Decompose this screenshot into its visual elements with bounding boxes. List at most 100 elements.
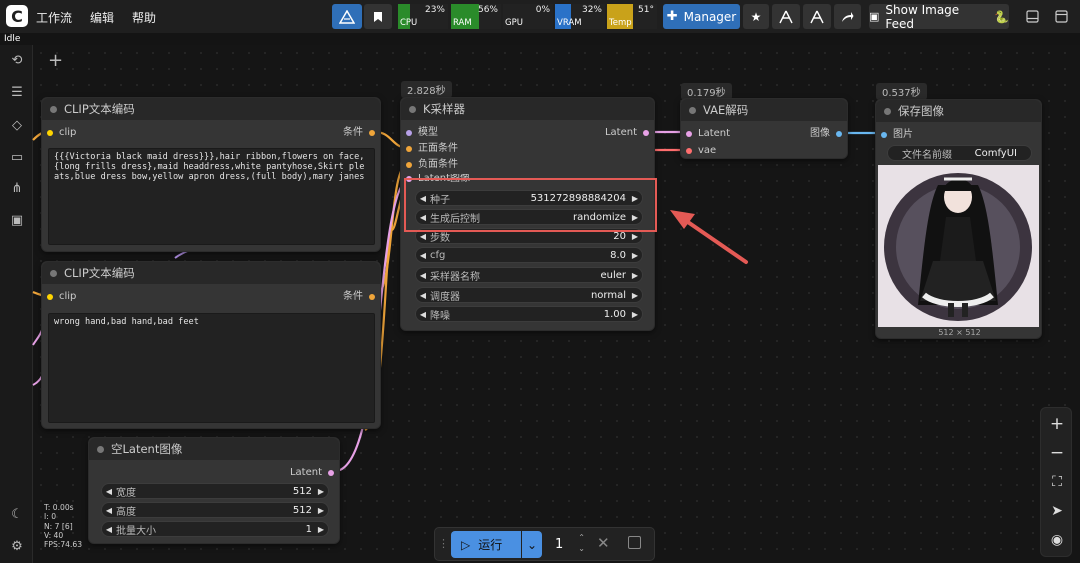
folder-icon[interactable]: ▭: [9, 150, 25, 166]
theme-moon-icon[interactable]: ☾: [9, 507, 25, 523]
increment-arrow-icon[interactable]: ▶: [628, 310, 642, 319]
images-input-slot[interactable]: [881, 132, 887, 138]
stop-icon[interactable]: [628, 536, 641, 549]
manager-button[interactable]: ✚ Manager: [663, 4, 740, 29]
settings-gear-icon[interactable]: ⚙: [9, 539, 25, 555]
generated-image-preview[interactable]: [878, 165, 1039, 327]
conditioning-output[interactable]: 条件: [343, 126, 375, 140]
menu-collapse-icon[interactable]: [1050, 4, 1072, 29]
fit-view-icon[interactable]: ⛶: [1049, 474, 1065, 490]
panel-bottom-icon[interactable]: [1021, 4, 1043, 29]
run-mode-dropdown[interactable]: ⌄: [522, 531, 542, 558]
queue-icon[interactable]: [332, 4, 362, 29]
empty-latent-image-node[interactable]: 空Latent图像 Latent ◀ 宽度 512 ▶ ◀ 高度 512 ▶ ◀ 批量大小 1 ▶: [88, 437, 340, 544]
samples-input-slot[interactable]: [686, 131, 692, 137]
positive-input-slot[interactable]: [406, 146, 412, 152]
node-title[interactable]: VAE解码: [681, 99, 847, 121]
clip-input-slot[interactable]: [47, 294, 53, 300]
decrement-arrow-icon[interactable]: ◀: [416, 271, 430, 280]
sampler-name-widget[interactable]: ◀ 采样器名称 euler ▶: [415, 267, 643, 283]
image-output-slot[interactable]: [836, 131, 842, 137]
model-icon[interactable]: [772, 4, 800, 29]
increment-arrow-icon[interactable]: ▶: [314, 525, 328, 534]
clip-input[interactable]: clip: [47, 290, 76, 304]
batch-count-stepper-icon[interactable]: ⌃ ⌄: [578, 532, 585, 554]
increment-arrow-icon[interactable]: ▶: [314, 506, 328, 515]
share-icon[interactable]: [834, 4, 861, 29]
increment-arrow-icon[interactable]: ▶: [628, 291, 642, 300]
conditioning-output[interactable]: 条件: [343, 290, 375, 304]
decrement-arrow-icon[interactable]: ◀: [416, 310, 430, 319]
node-collapse-dot[interactable]: [884, 108, 891, 115]
increment-arrow-icon[interactable]: ▶: [314, 487, 328, 496]
show-image-feed-button[interactable]: ▣ Show Image Feed 🐍: [869, 3, 1009, 31]
latent-output-slot[interactable]: [643, 130, 649, 136]
zoom-in-icon[interactable]: +: [1049, 416, 1065, 433]
latent-output[interactable]: Latent: [605, 126, 649, 140]
clip-input[interactable]: clip: [47, 126, 76, 140]
negative-input-slot[interactable]: [406, 162, 412, 168]
samples-input[interactable]: Latent: [686, 127, 730, 141]
node-collapse-dot[interactable]: [50, 106, 57, 113]
node-collapse-dot[interactable]: [689, 107, 696, 114]
node-title[interactable]: K采样器: [401, 98, 654, 120]
vae-input-slot[interactable]: [686, 148, 692, 154]
scheduler-widget[interactable]: ◀ 调度器 normal ▶: [415, 287, 643, 303]
negative-prompt-textarea[interactable]: wrong hand,bad hand,bad feet: [48, 313, 375, 423]
negative-input[interactable]: 负面条件: [406, 158, 458, 172]
comfy-logo[interactable]: C: [6, 5, 28, 27]
toggle-links-icon[interactable]: ◉: [1049, 532, 1065, 548]
decrement-arrow-icon[interactable]: ◀: [102, 525, 116, 534]
images-input[interactable]: 图片: [881, 128, 913, 142]
select-mode-icon[interactable]: ➤: [1049, 503, 1065, 519]
queue-list-icon[interactable]: ☰: [9, 85, 25, 101]
decrement-arrow-icon[interactable]: ◀: [416, 291, 430, 300]
vae-input[interactable]: vae: [686, 144, 716, 158]
bookmark-icon[interactable]: [364, 4, 392, 29]
image-gallery-icon[interactable]: ▣: [9, 213, 25, 229]
decrement-arrow-icon[interactable]: ◀: [416, 251, 430, 260]
node-title[interactable]: CLIP文本编码: [42, 98, 380, 120]
node-title[interactable]: 保存图像: [876, 100, 1041, 122]
clip-text-encode-positive-node[interactable]: CLIP文本编码 clip 条件 {{{Victoria black maid …: [41, 97, 381, 252]
filename-prefix-widget[interactable]: 文件名前缀 ComfyUI: [887, 145, 1032, 161]
batch-size-widget[interactable]: ◀ 批量大小 1 ▶: [101, 521, 329, 537]
positive-prompt-textarea[interactable]: {{{Victoria black maid dress}}},hair rib…: [48, 148, 375, 245]
image-output[interactable]: 图像: [810, 127, 842, 141]
menu-workflow[interactable]: 工作流: [36, 9, 72, 26]
batch-count-input[interactable]: 1 ⌃ ⌄: [551, 532, 589, 555]
node-library-icon[interactable]: ⋔: [9, 181, 25, 197]
decrement-arrow-icon[interactable]: ◀: [416, 232, 430, 241]
cancel-icon[interactable]: ✕: [597, 534, 610, 552]
latent-output[interactable]: Latent: [290, 466, 334, 480]
node-collapse-dot[interactable]: [409, 106, 416, 113]
history-icon[interactable]: ⟲: [9, 53, 25, 69]
increment-arrow-icon[interactable]: ▶: [628, 271, 642, 280]
conditioning-output-slot[interactable]: [369, 294, 375, 300]
model-input[interactable]: 模型: [406, 126, 438, 140]
cube-icon[interactable]: ◇: [9, 118, 25, 134]
decrement-arrow-icon[interactable]: ◀: [102, 506, 116, 515]
zoom-out-icon[interactable]: −: [1049, 445, 1065, 462]
add-tab-plus-icon[interactable]: +: [48, 50, 63, 71]
height-widget[interactable]: ◀ 高度 512 ▶: [101, 502, 329, 518]
clip-text-encode-negative-node[interactable]: CLIP文本编码 clip 条件 wrong hand,bad hand,bad…: [41, 261, 381, 429]
vae-decode-node[interactable]: VAE解码 Latent vae 图像: [680, 98, 848, 159]
positive-input[interactable]: 正面条件: [406, 142, 458, 156]
denoise-widget[interactable]: ◀ 降噪 1.00 ▶: [415, 306, 643, 322]
model-input-slot[interactable]: [406, 130, 412, 136]
save-image-node[interactable]: 保存图像 图片 文件名前缀 ComfyUI 512 × 512: [875, 99, 1042, 339]
latent-output-slot[interactable]: [328, 470, 334, 476]
star-icon[interactable]: ★: [743, 4, 769, 29]
run-button[interactable]: ▷ 运行: [451, 531, 521, 558]
increment-arrow-icon[interactable]: ▶: [628, 251, 642, 260]
node-title[interactable]: CLIP文本编码: [42, 262, 380, 284]
node-collapse-dot[interactable]: [50, 270, 57, 277]
cfg-widget[interactable]: ◀ cfg 8.0 ▶: [415, 247, 643, 263]
node-collapse-dot[interactable]: [97, 446, 104, 453]
decrement-arrow-icon[interactable]: ◀: [102, 487, 116, 496]
menu-edit[interactable]: 编辑: [90, 9, 114, 26]
width-widget[interactable]: ◀ 宽度 512 ▶: [101, 483, 329, 499]
node-title[interactable]: 空Latent图像: [89, 438, 339, 460]
menu-help[interactable]: 帮助: [132, 9, 156, 26]
